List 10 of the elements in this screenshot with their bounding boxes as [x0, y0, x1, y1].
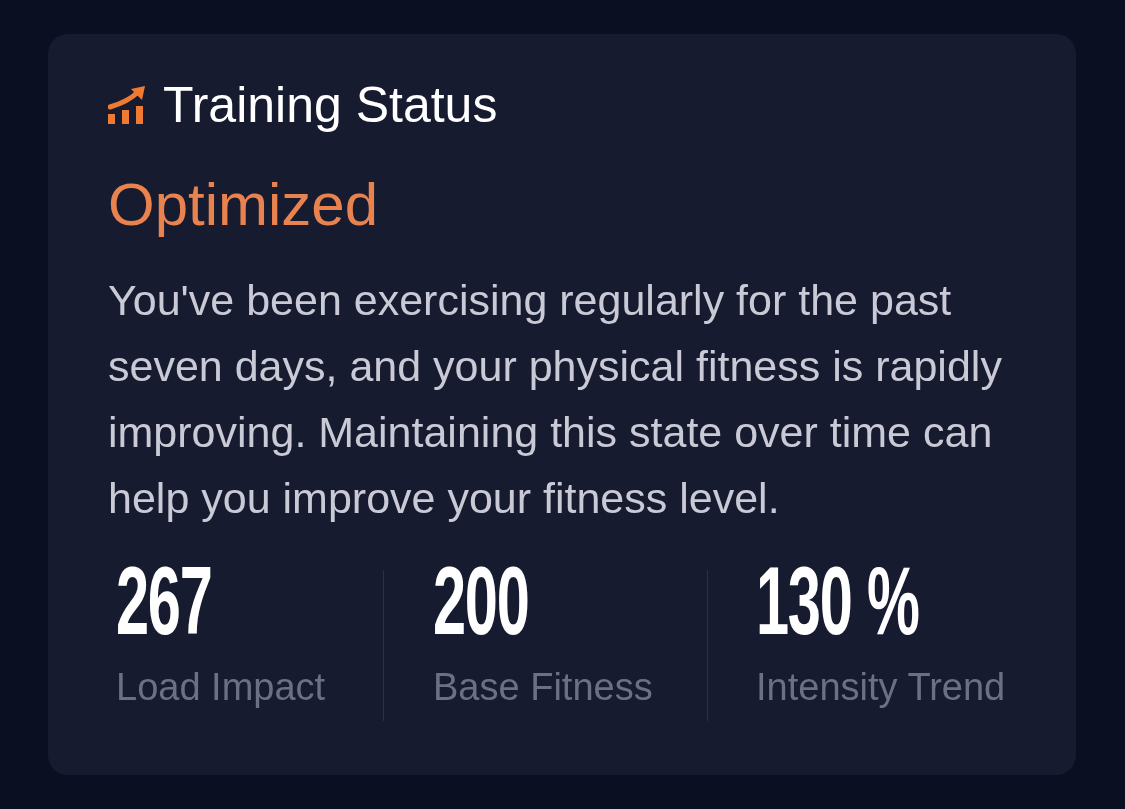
stat-value: 130 %: [756, 553, 919, 649]
stat-value: 267: [116, 553, 212, 649]
stat-label: Load Impact: [116, 668, 326, 706]
status-text: Optimized: [108, 175, 380, 235]
stat-label: Base Fitness: [433, 668, 653, 706]
bar-chart-arrow-icon: [108, 86, 146, 124]
card-title: Training Status: [163, 80, 498, 130]
stat-label: Intensity Trend: [756, 668, 1006, 706]
stat-value: 200: [433, 553, 529, 649]
description-text: You've been exercising regularly for the past seven days, and your physical fitness is rapidly improving. Maintaining this state over time can help you improve your fitness level.: [108, 275, 1003, 524]
